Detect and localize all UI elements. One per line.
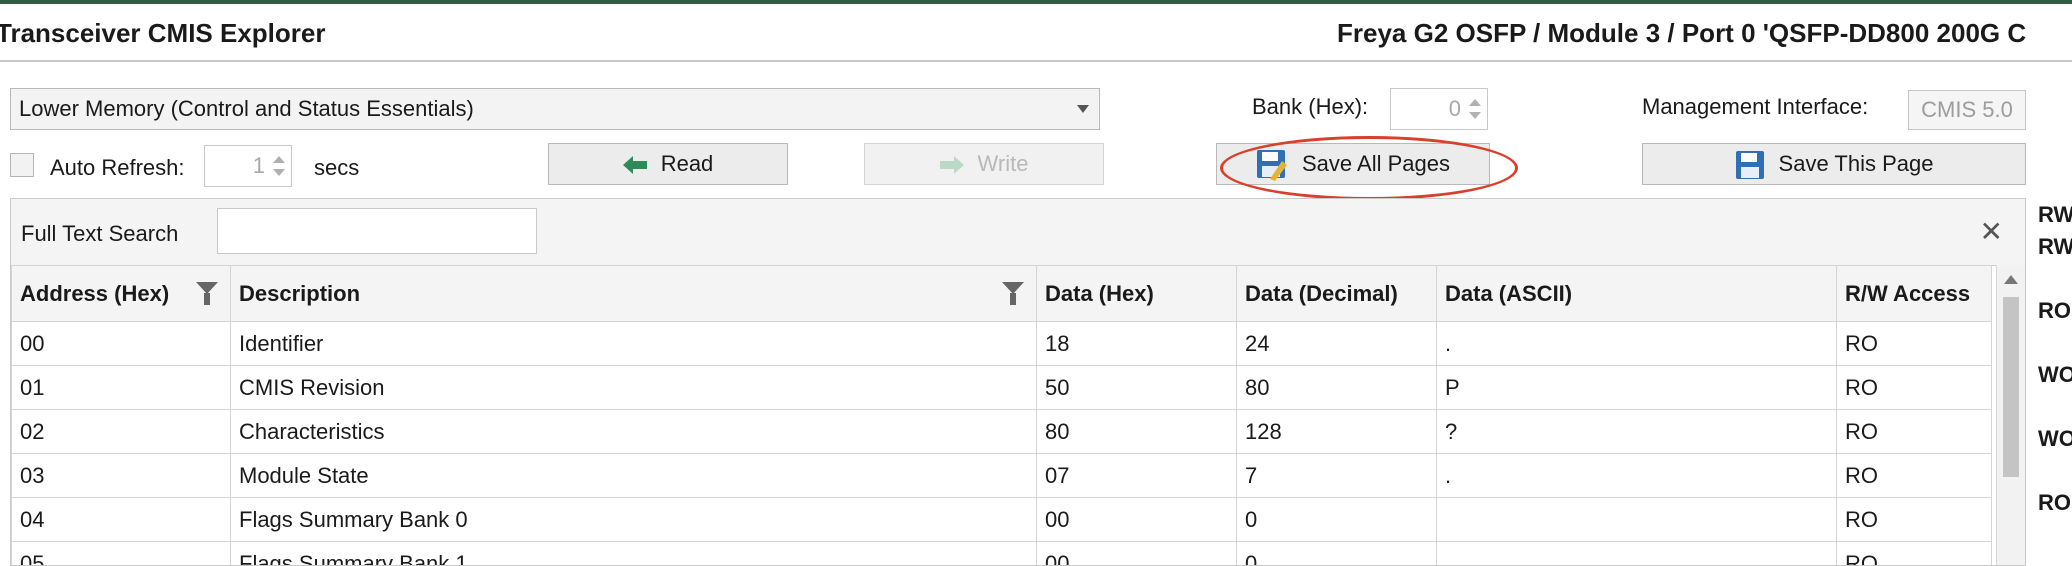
cell-data-ascii: ? [1436, 409, 1837, 454]
cell-data-ascii [1436, 541, 1837, 565]
memory-page-select[interactable]: Lower Memory (Control and Status Essenti… [10, 88, 1100, 130]
register-grid: Full Text Search ✕ Address (Hex) Descrip… [10, 198, 2026, 566]
port-title: Freya G2 OSFP / Module 3 / Port 0 'QSFP-… [1337, 18, 2027, 48]
cell-description: Flags Summary Bank 0 [230, 497, 1037, 542]
cell-data-decimal: 128 [1236, 409, 1437, 454]
table-row[interactable]: 02 Characteristics 80 128 ? RO [11, 409, 1992, 454]
cell-address: 00 [11, 321, 231, 366]
filter-icon[interactable] [196, 282, 218, 305]
window-accent-bar [0, 0, 2072, 4]
column-header-data-hex[interactable]: Data (Hex) [1036, 265, 1237, 322]
floppy-icon [1735, 151, 1764, 180]
title-divider [0, 60, 2072, 62]
side-access-label: RW [2038, 202, 2072, 227]
write-button-label: Write [977, 151, 1029, 176]
stepper-up-icon[interactable] [273, 156, 285, 163]
column-header-description[interactable]: Description [230, 265, 1037, 322]
cell-data-decimal: 7 [1236, 453, 1437, 498]
cell-rw-access: RO [1836, 453, 1992, 498]
cell-data-ascii: . [1436, 453, 1837, 498]
highlight-annotation [1220, 136, 1518, 200]
auto-refresh-value: 1 [252, 153, 265, 178]
cell-rw-access: RO [1836, 497, 1992, 542]
auto-refresh-label: Auto Refresh: [50, 155, 185, 180]
arrow-right-icon [939, 156, 964, 175]
stepper-up-icon[interactable] [1469, 99, 1481, 106]
cell-address: 02 [11, 409, 231, 454]
scrollbar-thumb[interactable] [2003, 297, 2019, 477]
bank-value: 0 [1448, 96, 1461, 121]
cell-data-hex[interactable]: 50 [1036, 365, 1237, 410]
bank-stepper[interactable]: 0 [1390, 88, 1488, 130]
cell-data-ascii [1436, 497, 1837, 542]
cell-data-hex[interactable]: 07 [1036, 453, 1237, 498]
app-title: Transceiver CMIS Explorer [0, 18, 326, 48]
filter-icon[interactable] [1002, 282, 1024, 305]
table-row[interactable]: 00 Identifier 18 24 . RO [11, 321, 1992, 366]
auto-refresh-checkbox[interactable] [10, 153, 34, 177]
bank-label: Bank (Hex): [1252, 94, 1369, 119]
column-header-data-decimal[interactable]: Data (Decimal) [1236, 265, 1437, 322]
save-this-page-label: Save This Page [1778, 151, 1934, 176]
search-input[interactable] [217, 208, 537, 254]
cell-rw-access: RO [1836, 365, 1992, 410]
management-interface-field: CMIS 5.0 [1908, 90, 2026, 130]
cell-data-ascii: P [1436, 365, 1837, 410]
cell-description: Characteristics [230, 409, 1037, 454]
table-row[interactable]: 04 Flags Summary Bank 0 00 0 RO [11, 497, 1992, 542]
write-button[interactable]: Write [864, 143, 1104, 185]
cell-rw-access: RO [1836, 321, 1992, 366]
read-button-label: Read [660, 151, 714, 176]
cell-data-decimal: 0 [1236, 541, 1437, 565]
cell-data-decimal: 0 [1236, 497, 1437, 542]
cell-address: 05 [11, 541, 231, 565]
cell-description: Flags Summary Bank 1 [230, 541, 1037, 565]
cell-data-hex[interactable]: 00 [1036, 497, 1237, 542]
vertical-scrollbar[interactable] [1996, 265, 2025, 565]
cell-rw-access: RO [1836, 541, 1992, 565]
cell-description: Identifier [230, 321, 1037, 366]
scroll-up-icon[interactable] [2004, 275, 2018, 284]
search-bar: Full Text Search ✕ [11, 199, 2025, 266]
auto-refresh-unit: secs [314, 155, 360, 180]
cell-data-hex[interactable]: 18 [1036, 321, 1237, 366]
cell-description: Module State [230, 453, 1037, 498]
cell-data-decimal: 24 [1236, 321, 1437, 366]
management-interface-label: Management Interface: [1642, 94, 1869, 119]
cell-address: 03 [11, 453, 231, 498]
column-header-address[interactable]: Address (Hex) [11, 265, 231, 322]
stepper-down-icon[interactable] [273, 169, 285, 176]
table-header-row: Address (Hex) Description Data (Hex) Dat… [11, 265, 1992, 322]
cell-data-decimal: 80 [1236, 365, 1437, 410]
register-table: Address (Hex) Description Data (Hex) Dat… [11, 265, 1992, 565]
column-header-rw-access[interactable]: R/W Access [1836, 265, 1992, 322]
table-row[interactable]: 03 Module State 07 7 . RO [11, 453, 1992, 498]
cell-address: 04 [11, 497, 231, 542]
column-header-data-ascii[interactable]: Data (ASCII) [1436, 265, 1837, 322]
cell-data-ascii: . [1436, 321, 1837, 366]
cell-data-hex[interactable]: 00 [1036, 541, 1237, 565]
cell-description: CMIS Revision [230, 365, 1037, 410]
side-access-label: RO [2038, 298, 2071, 323]
auto-refresh-stepper[interactable]: 1 [204, 145, 292, 187]
chevron-down-icon[interactable] [1077, 105, 1089, 113]
side-access-label: RO [2038, 490, 2071, 515]
memory-page-select-value: Lower Memory (Control and Status Essenti… [19, 96, 474, 121]
side-access-label: WO [2038, 362, 2072, 387]
side-access-label: WO [2038, 426, 2072, 451]
cell-rw-access: RO [1836, 409, 1992, 454]
side-access-label: RW [2038, 234, 2072, 259]
close-icon[interactable]: ✕ [1980, 215, 2003, 248]
search-label: Full Text Search [21, 221, 179, 246]
read-button[interactable]: Read [548, 143, 788, 185]
arrow-left-icon [622, 156, 647, 175]
stepper-down-icon[interactable] [1469, 112, 1481, 119]
cell-address: 01 [11, 365, 231, 410]
table-row[interactable]: 05 Flags Summary Bank 1 00 0 RO [11, 541, 1992, 565]
save-this-page-button[interactable]: Save This Page [1642, 143, 2026, 185]
table-row[interactable]: 01 CMIS Revision 50 80 P RO [11, 365, 1992, 410]
cell-data-hex[interactable]: 80 [1036, 409, 1237, 454]
